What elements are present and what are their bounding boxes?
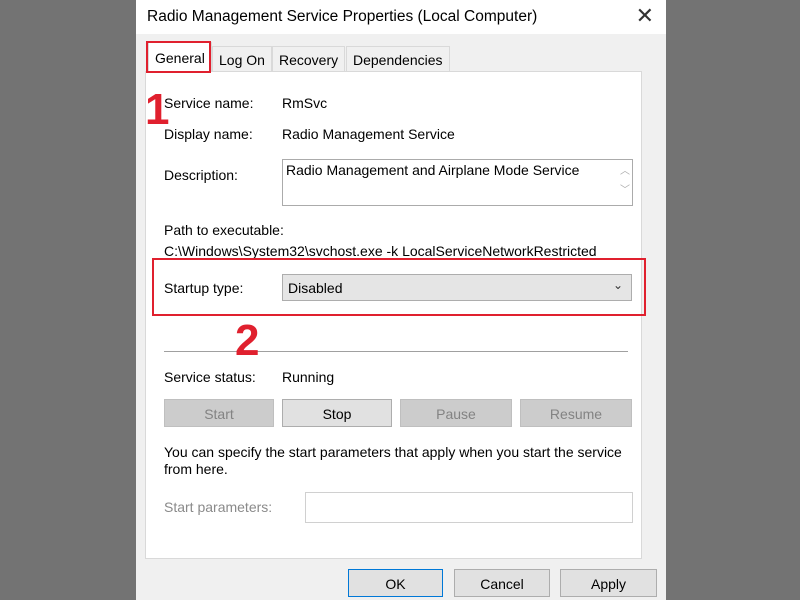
- tab-dependencies[interactable]: Dependencies: [346, 46, 450, 71]
- tab-label: Log On: [219, 52, 265, 68]
- title-bar: Radio Management Service Properties (Loc…: [136, 0, 666, 34]
- scrollbar[interactable]: ︿ ﹀: [620, 162, 630, 200]
- stop-button[interactable]: Stop: [282, 399, 392, 427]
- window-title: Radio Management Service Properties (Loc…: [147, 8, 538, 25]
- tab-label: Dependencies: [353, 52, 443, 68]
- display-name-label: Display name:: [164, 126, 253, 142]
- service-status-label: Service status:: [164, 369, 256, 385]
- description-label: Description:: [164, 167, 238, 183]
- close-icon[interactable]: ✕: [636, 3, 654, 29]
- scroll-down-icon[interactable]: ﹀: [620, 181, 630, 200]
- tab-label: Recovery: [279, 52, 339, 68]
- description-text: Radio Management and Airplane Mode Servi…: [286, 162, 580, 178]
- properties-dialog: Radio Management Service Properties (Loc…: [136, 0, 666, 600]
- ok-button[interactable]: OK: [348, 569, 443, 597]
- divider: [164, 351, 628, 352]
- tab-log-on[interactable]: Log On: [212, 46, 272, 71]
- service-name-value: RmSvc: [282, 95, 328, 111]
- highlight-general-tab: [146, 41, 211, 73]
- cancel-button[interactable]: Cancel: [454, 569, 550, 597]
- path-value: C:\Windows\System32\svchost.exe -k Local…: [164, 243, 597, 259]
- highlight-startup-type: [152, 258, 646, 316]
- service-status-value: Running: [282, 369, 335, 385]
- service-name-label: Service name:: [164, 95, 254, 111]
- step-2-label: 2: [235, 316, 260, 365]
- start-params-label: Start parameters:: [164, 499, 273, 515]
- scroll-up-icon[interactable]: ︿: [620, 162, 630, 181]
- start-params-input[interactable]: [305, 492, 633, 523]
- display-name-value: Radio Management Service: [282, 126, 455, 142]
- start-button[interactable]: Start: [164, 399, 274, 427]
- pause-button[interactable]: Pause: [400, 399, 512, 427]
- start-params-hint: You can specify the start parameters tha…: [164, 444, 622, 477]
- tab-recovery[interactable]: Recovery: [272, 46, 346, 71]
- apply-button[interactable]: Apply: [560, 569, 657, 597]
- step-1-label: 1: [145, 85, 170, 134]
- path-label: Path to executable:: [164, 222, 284, 238]
- resume-button[interactable]: Resume: [520, 399, 632, 427]
- description-field[interactable]: Radio Management and Airplane Mode Servi…: [282, 159, 633, 206]
